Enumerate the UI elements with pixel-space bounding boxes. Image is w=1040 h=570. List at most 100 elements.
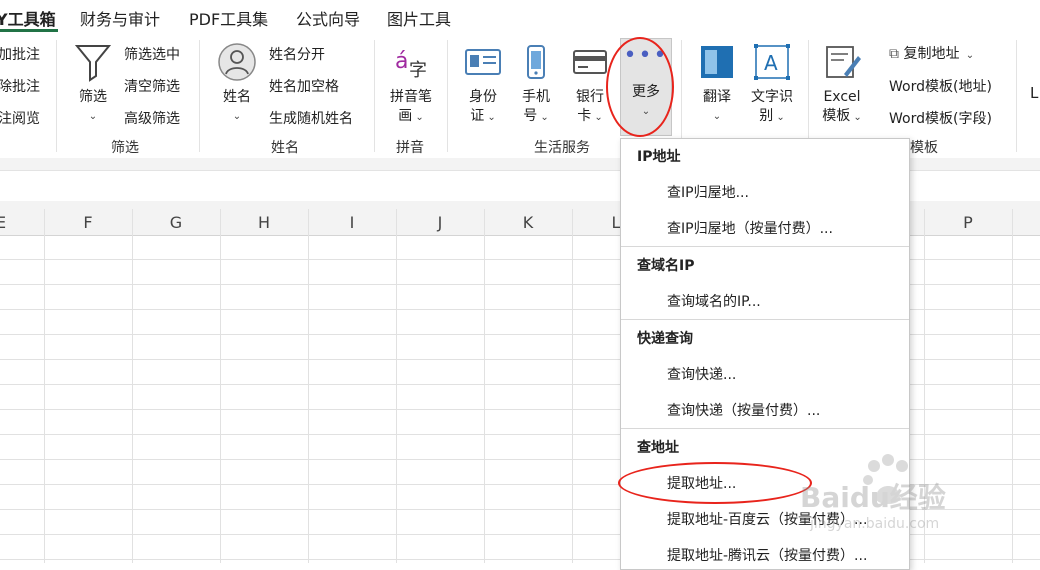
name-add-space-button[interactable]: 姓名加空格: [269, 76, 339, 96]
funnel-icon: [74, 45, 112, 82]
text-recognition-icon: A: [754, 44, 790, 80]
excel-template-button[interactable]: Excel 模板 ⌄: [818, 42, 866, 127]
add-comment-button[interactable]: 加批注: [0, 44, 40, 64]
chevron-down-icon: ⌄: [232, 111, 242, 122]
menu-item-extract-address-tencent[interactable]: 提取地址-腾讯云（按量付费）...: [667, 545, 867, 565]
pinyin-label-line1: 拼音笔: [390, 89, 432, 105]
phone-icon: [527, 45, 545, 79]
life-service-group-label: 生活服务: [534, 140, 590, 156]
phone-label-line2: 号: [523, 108, 538, 124]
chevron-down-icon: ⌄: [773, 112, 785, 123]
phone-button[interactable]: 手机 号 ⌄: [513, 42, 559, 127]
template-group-label: 模板: [910, 140, 938, 156]
column-header[interactable]: P: [924, 213, 1012, 232]
watermark-brand: Baidu经验: [800, 481, 946, 514]
chevron-down-icon: ⌄: [412, 112, 424, 123]
word-template-address-button[interactable]: Word模板(地址): [889, 76, 992, 96]
filter-button[interactable]: 筛选 ⌄: [70, 42, 116, 126]
annotation-oval-extract-address: [618, 462, 812, 504]
tab-formula-wizard[interactable]: 公式向导: [296, 6, 360, 30]
column-header[interactable]: K: [484, 213, 572, 232]
phone-label-line1: 手机: [522, 89, 550, 105]
menu-section-address: 查地址: [637, 440, 679, 456]
ribbon-tab-bar: Y工具箱 财务与审计 PDF工具集 公式向导 图片工具: [0, 0, 1040, 32]
ocr-button[interactable]: A 文字识 别 ⌄: [746, 42, 798, 127]
excel-template-label-line2: 模板: [822, 108, 851, 124]
column-header[interactable]: F: [44, 213, 132, 232]
pinyin-group-label: 拼音: [396, 140, 424, 156]
translate-button[interactable]: 翻译 ⌄: [696, 42, 738, 126]
group-separator: [199, 40, 200, 152]
excel-template-label-line1: Excel: [823, 89, 861, 105]
column-header[interactable]: H: [220, 213, 308, 232]
column-header[interactable]: G: [132, 213, 220, 232]
name-group-label: 姓名: [271, 140, 299, 156]
id-card-label-line1: 身份: [469, 89, 497, 105]
svg-text:字: 字: [409, 60, 427, 81]
chevron-down-icon: ⌄: [484, 112, 496, 123]
menu-item-express-query[interactable]: 查询快递...: [667, 364, 736, 384]
chevron-down-icon: ⌄: [712, 111, 722, 122]
copy-address-button[interactable]: ⧉ 复制地址 ⌄: [889, 43, 974, 63]
group-separator: [681, 40, 682, 152]
bank-card-label-line2: 卡: [577, 108, 592, 124]
copy-address-label: 复制地址: [903, 46, 960, 62]
filter-selected-button[interactable]: 筛选选中: [124, 44, 180, 64]
column-header[interactable]: E: [0, 213, 8, 232]
menu-item-domain-ip[interactable]: 查询域名的IP...: [667, 291, 761, 311]
tab-pdf-tools[interactable]: PDF工具集: [189, 6, 268, 30]
svg-text:á: á: [395, 49, 408, 74]
filter-group-label: 筛选: [111, 140, 139, 156]
chevron-down-icon: ⌄: [88, 111, 98, 122]
tab-finance-audit[interactable]: 财务与审计: [80, 6, 160, 30]
column-header[interactable]: I: [308, 213, 396, 232]
id-card-icon: [465, 49, 501, 75]
menu-section-express: 快递查询: [637, 331, 693, 347]
tab-toolbox[interactable]: Y工具箱: [0, 6, 56, 30]
id-card-button[interactable]: 身份 证 ⌄: [460, 42, 506, 127]
group-separator: [808, 40, 809, 152]
translate-icon: [701, 46, 733, 78]
name-label: 姓名: [223, 89, 251, 105]
chevron-down-icon: ⌄: [850, 112, 862, 123]
menu-separator: [621, 246, 909, 247]
clear-filter-button[interactable]: 清空筛选: [124, 76, 180, 96]
chevron-down-icon: ⌄: [537, 112, 549, 123]
review-comment-button[interactable]: 注阅览: [0, 108, 40, 128]
annotation-oval-more: [606, 37, 674, 137]
group-separator: [374, 40, 375, 152]
bank-card-icon: [573, 50, 607, 74]
translate-label: 翻译: [703, 89, 731, 105]
pinyin-button[interactable]: á 字 拼音笔 画 ⌄: [384, 42, 438, 127]
menu-item-express-query-paid[interactable]: 查询快递（按量付费）...: [667, 400, 820, 420]
chevron-down-icon: ⌄: [591, 112, 603, 123]
delete-comment-button[interactable]: 除批注: [0, 76, 40, 96]
svg-text:A: A: [764, 51, 778, 75]
name-button[interactable]: 姓名 ⌄: [214, 42, 260, 126]
cut-off-ribbon-item[interactable]: L: [1030, 84, 1038, 102]
ocr-label-line1: 文字识: [751, 89, 793, 105]
copy-icon: ⧉: [889, 46, 904, 62]
random-name-button[interactable]: 生成随机姓名: [269, 108, 353, 128]
menu-separator: [621, 319, 909, 320]
menu-item-ip-lookup-paid[interactable]: 查IP归屋地（按量付费）...: [667, 218, 833, 238]
advanced-filter-button[interactable]: 高级筛选: [124, 108, 180, 128]
id-card-label-line2: 证: [470, 108, 485, 124]
group-separator: [1016, 40, 1017, 152]
column-header[interactable]: J: [396, 213, 484, 232]
split-name-button[interactable]: 姓名分开: [269, 44, 325, 64]
group-separator: [447, 40, 448, 152]
menu-separator: [621, 428, 909, 429]
pinyin-label-line2: 画: [398, 108, 413, 124]
excel-template-icon: [826, 46, 861, 78]
word-template-field-button[interactable]: Word模板(字段): [889, 108, 992, 128]
tab-image-tools[interactable]: 图片工具: [387, 6, 451, 30]
group-separator: [56, 40, 57, 152]
watermark-url: jingyan.baidu.com: [810, 516, 940, 532]
ocr-label-line2: 别: [759, 108, 774, 124]
chevron-down-icon: ⌄: [959, 50, 975, 61]
pinyin-icon: á 字: [395, 49, 427, 81]
person-icon: [218, 43, 256, 81]
filter-label: 筛选: [79, 89, 107, 105]
menu-item-ip-lookup[interactable]: 查IP归屋地...: [667, 182, 749, 202]
